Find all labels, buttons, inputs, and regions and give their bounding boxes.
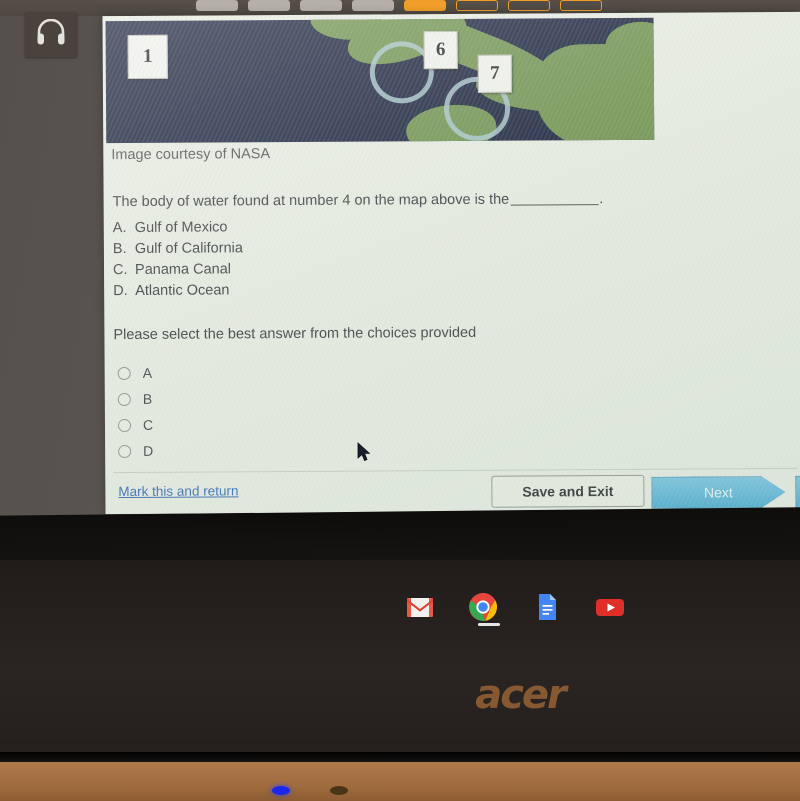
choice-a-letter: A.: [112, 220, 127, 237]
footer-divider: [113, 467, 798, 474]
image-caption: Image courtesy of NASA: [111, 146, 271, 164]
nasa-map-image: 1 6 7: [105, 17, 655, 144]
choice-list: A. Gulf of Mexico B. Gulf of California …: [113, 214, 244, 299]
radio-option-b[interactable]: B: [117, 386, 153, 412]
radio-c-icon[interactable]: [117, 418, 132, 432]
save-and-exit-button[interactable]: Save and Exit: [491, 474, 645, 508]
choice-b-letter: B.: [112, 240, 127, 258]
choice-d: D. Atlantic Ocean: [113, 282, 243, 299]
laptop-deck: [0, 560, 800, 760]
map-label-7: 7: [477, 54, 512, 93]
headphones-icon: [36, 18, 66, 50]
gmail-icon[interactable]: [405, 592, 435, 622]
table-surface: [0, 762, 800, 801]
chrome-active-indicator: [478, 623, 500, 626]
browser-tab-3[interactable]: [300, 0, 342, 11]
radio-d-icon[interactable]: [118, 444, 132, 458]
radio-a-label: A: [142, 364, 153, 381]
chrome-icon[interactable]: [468, 592, 498, 622]
choice-a: A. Gulf of Mexico: [113, 219, 243, 236]
quiz-page: 1 6 7 Image courtesy of NASA The body of…: [102, 11, 800, 515]
mouse-cursor: [357, 442, 371, 462]
browser-tab-6[interactable]: [456, 0, 498, 11]
status-led-amber: [330, 786, 348, 795]
browser-tab-7[interactable]: [508, 0, 550, 11]
radio-d-label: D: [143, 442, 154, 459]
power-led-blue: [272, 786, 290, 795]
radio-a-icon[interactable]: [117, 366, 131, 380]
answer-radio-group: A B C D: [117, 360, 154, 464]
laptop-photo: 1 6 7 Image courtesy of NASA The body of…: [0, 0, 800, 801]
youtube-icon[interactable]: [595, 592, 625, 622]
browser-tab-1[interactable]: [196, 0, 238, 11]
choice-b: B. Gulf of California: [113, 240, 243, 257]
radio-option-d[interactable]: D: [118, 438, 153, 464]
choice-b-text: Gulf of California: [134, 240, 243, 257]
headphones-badge: [25, 12, 77, 57]
choice-a-text: Gulf of Mexico: [134, 219, 228, 236]
choice-c: C. Panama Canal: [113, 261, 243, 278]
choice-d-letter: D.: [113, 282, 128, 300]
next-button-overflow[interactable]: [795, 475, 800, 508]
radio-c-label: C: [142, 416, 154, 433]
shelf-icon-row: [405, 588, 625, 626]
choice-c-text: Panama Canal: [134, 261, 232, 278]
browser-tab-2[interactable]: [248, 0, 290, 11]
question-stem-period: .: [599, 191, 604, 208]
browser-tab-8[interactable]: [560, 0, 602, 11]
mark-this-and-return-link[interactable]: Mark this and return: [118, 483, 238, 499]
browser-tab-5-active[interactable]: [404, 0, 446, 11]
map-label-1: 1: [127, 34, 168, 79]
question-blank: [510, 204, 599, 206]
choice-c-letter: C.: [112, 261, 128, 279]
radio-option-c[interactable]: C: [117, 412, 154, 438]
instruction-text: Please select the best answer from the c…: [113, 324, 477, 344]
question-stem: The body of water found at number 4 on t…: [113, 191, 604, 210]
google-docs-icon[interactable]: [532, 592, 562, 622]
next-button[interactable]: Next: [651, 476, 785, 509]
radio-option-a[interactable]: A: [117, 360, 153, 386]
question-stem-text: The body of water found at number 4 on t…: [112, 191, 510, 211]
radio-b-label: B: [142, 390, 153, 407]
choice-d-text: Atlantic Ocean: [135, 282, 230, 299]
browser-tab-4[interactable]: [352, 0, 394, 11]
map-label-6: 6: [423, 30, 458, 70]
radio-b-icon[interactable]: [117, 392, 131, 406]
acer-brand-logo: acer: [475, 672, 567, 718]
